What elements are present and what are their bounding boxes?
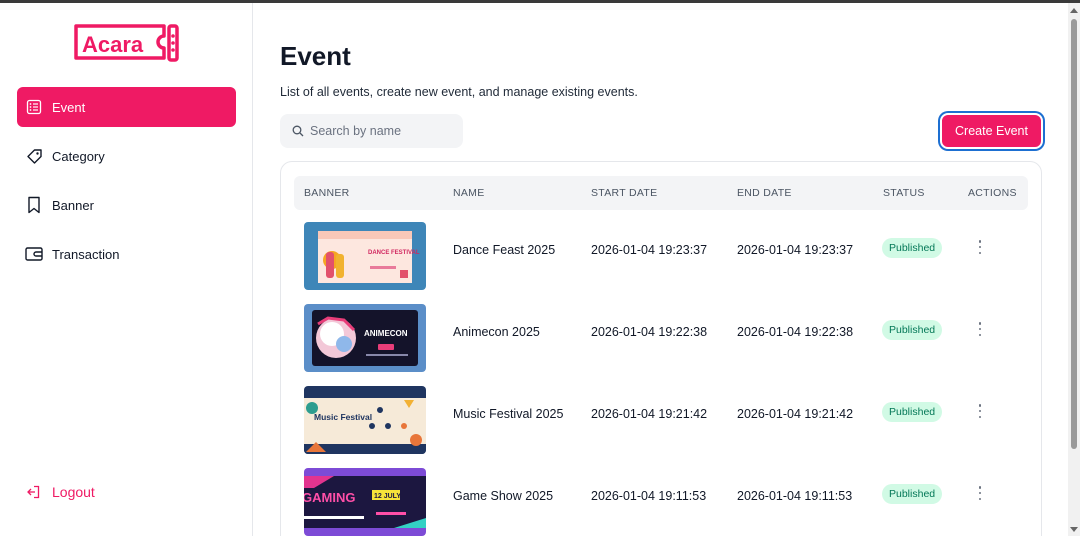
event-name: Animecon 2025 xyxy=(453,325,540,339)
event-banner-image: DANCE FESTIVAL xyxy=(304,222,426,290)
header-status: STATUS xyxy=(883,187,925,199)
status-badge: Published xyxy=(882,320,943,340)
sidebar-item-event[interactable]: Event xyxy=(17,87,236,127)
event-end-date: 2026-01-04 19:22:38 xyxy=(737,325,854,339)
search-placeholder: Search by name xyxy=(310,124,402,138)
events-table: BANNER NAME START DATE END DATE STATUS A… xyxy=(280,161,1042,536)
banner-subtext: 12 JULY xyxy=(374,493,401,500)
bookmark-icon xyxy=(25,196,43,214)
banner-text: ANIMECON xyxy=(364,329,408,338)
table-header: BANNER NAME START DATE END DATE STATUS A… xyxy=(294,176,1028,210)
event-name: Game Show 2025 xyxy=(453,489,554,503)
sidebar-item-label: Banner xyxy=(52,197,94,213)
logout-icon xyxy=(24,483,42,501)
status-badge: Published xyxy=(882,402,943,422)
sidebar-item-label: Event xyxy=(52,99,86,115)
table-row: ANIMECON Animecon 2025 2026-01-04 19:22:… xyxy=(294,296,1028,378)
event-banner-image: ANIMECON xyxy=(304,304,426,372)
header-start-date: START DATE xyxy=(591,187,658,199)
logo-text: Acara xyxy=(82,32,144,57)
header-banner: BANNER xyxy=(304,187,350,199)
page-scrollbar[interactable] xyxy=(1068,3,1080,536)
event-end-date: 2026-01-04 19:21:42 xyxy=(737,407,854,421)
more-actions-icon[interactable] xyxy=(977,404,983,418)
tag-icon xyxy=(25,147,43,165)
page-title: Event xyxy=(280,41,351,71)
table-row: Music Festival Music Festival 2025 2026-… xyxy=(294,378,1028,460)
sidebar: Acara Event Category Banner Transaction … xyxy=(0,3,253,536)
table-row: GAMING 12 JULY Game Show 2025 2026-01-04… xyxy=(294,460,1028,536)
status-badge: Published xyxy=(882,484,943,504)
logout-label: Logout xyxy=(52,484,95,500)
banner-text: DANCE FESTIVAL xyxy=(368,250,420,256)
banner-text: GAMING xyxy=(304,490,355,505)
more-actions-icon[interactable] xyxy=(977,322,983,336)
wallet-icon xyxy=(25,245,43,263)
sidebar-item-label: Category xyxy=(52,148,105,164)
event-start-date: 2026-01-04 19:23:37 xyxy=(591,243,708,257)
header-actions: ACTIONS xyxy=(968,187,1017,199)
event-name: Dance Feast 2025 xyxy=(453,243,556,257)
page-subtitle: List of all events, create new event, an… xyxy=(280,85,638,99)
event-end-date: 2026-01-04 19:23:37 xyxy=(737,243,854,257)
search-input[interactable]: Search by name xyxy=(280,114,463,148)
create-event-button[interactable]: Create Event xyxy=(940,113,1043,149)
main-content: Event List of all events, create new eve… xyxy=(254,3,1068,536)
sidebar-item-banner[interactable]: Banner xyxy=(17,185,236,225)
table-row: DANCE FESTIVAL Dance Feast 2025 2026-01-… xyxy=(294,214,1028,296)
header-name: NAME xyxy=(453,187,485,199)
scroll-down-icon[interactable] xyxy=(1070,527,1078,532)
sidebar-item-transaction[interactable]: Transaction xyxy=(17,234,236,274)
list-icon xyxy=(25,98,43,116)
event-start-date: 2026-01-04 19:21:42 xyxy=(591,407,708,421)
search-icon xyxy=(292,125,304,137)
acara-logo: Acara xyxy=(74,24,179,62)
event-banner-image: Music Festival xyxy=(304,386,426,454)
event-end-date: 2026-01-04 19:11:53 xyxy=(737,489,853,503)
scroll-up-icon[interactable] xyxy=(1070,8,1078,13)
more-actions-icon[interactable] xyxy=(977,240,983,254)
banner-text: Music Festival xyxy=(314,412,372,422)
event-start-date: 2026-01-04 19:11:53 xyxy=(591,489,707,503)
event-start-date: 2026-01-04 19:22:38 xyxy=(591,325,708,339)
more-actions-icon[interactable] xyxy=(977,486,983,500)
header-end-date: END DATE xyxy=(737,187,792,199)
event-banner-image: GAMING 12 JULY xyxy=(304,468,426,536)
scrollbar-thumb[interactable] xyxy=(1071,19,1077,449)
logout-button[interactable]: Logout xyxy=(24,483,95,501)
event-name: Music Festival 2025 xyxy=(453,407,564,421)
sidebar-item-label: Transaction xyxy=(52,246,120,262)
sidebar-item-category[interactable]: Category xyxy=(17,136,236,176)
status-badge: Published xyxy=(882,238,943,258)
